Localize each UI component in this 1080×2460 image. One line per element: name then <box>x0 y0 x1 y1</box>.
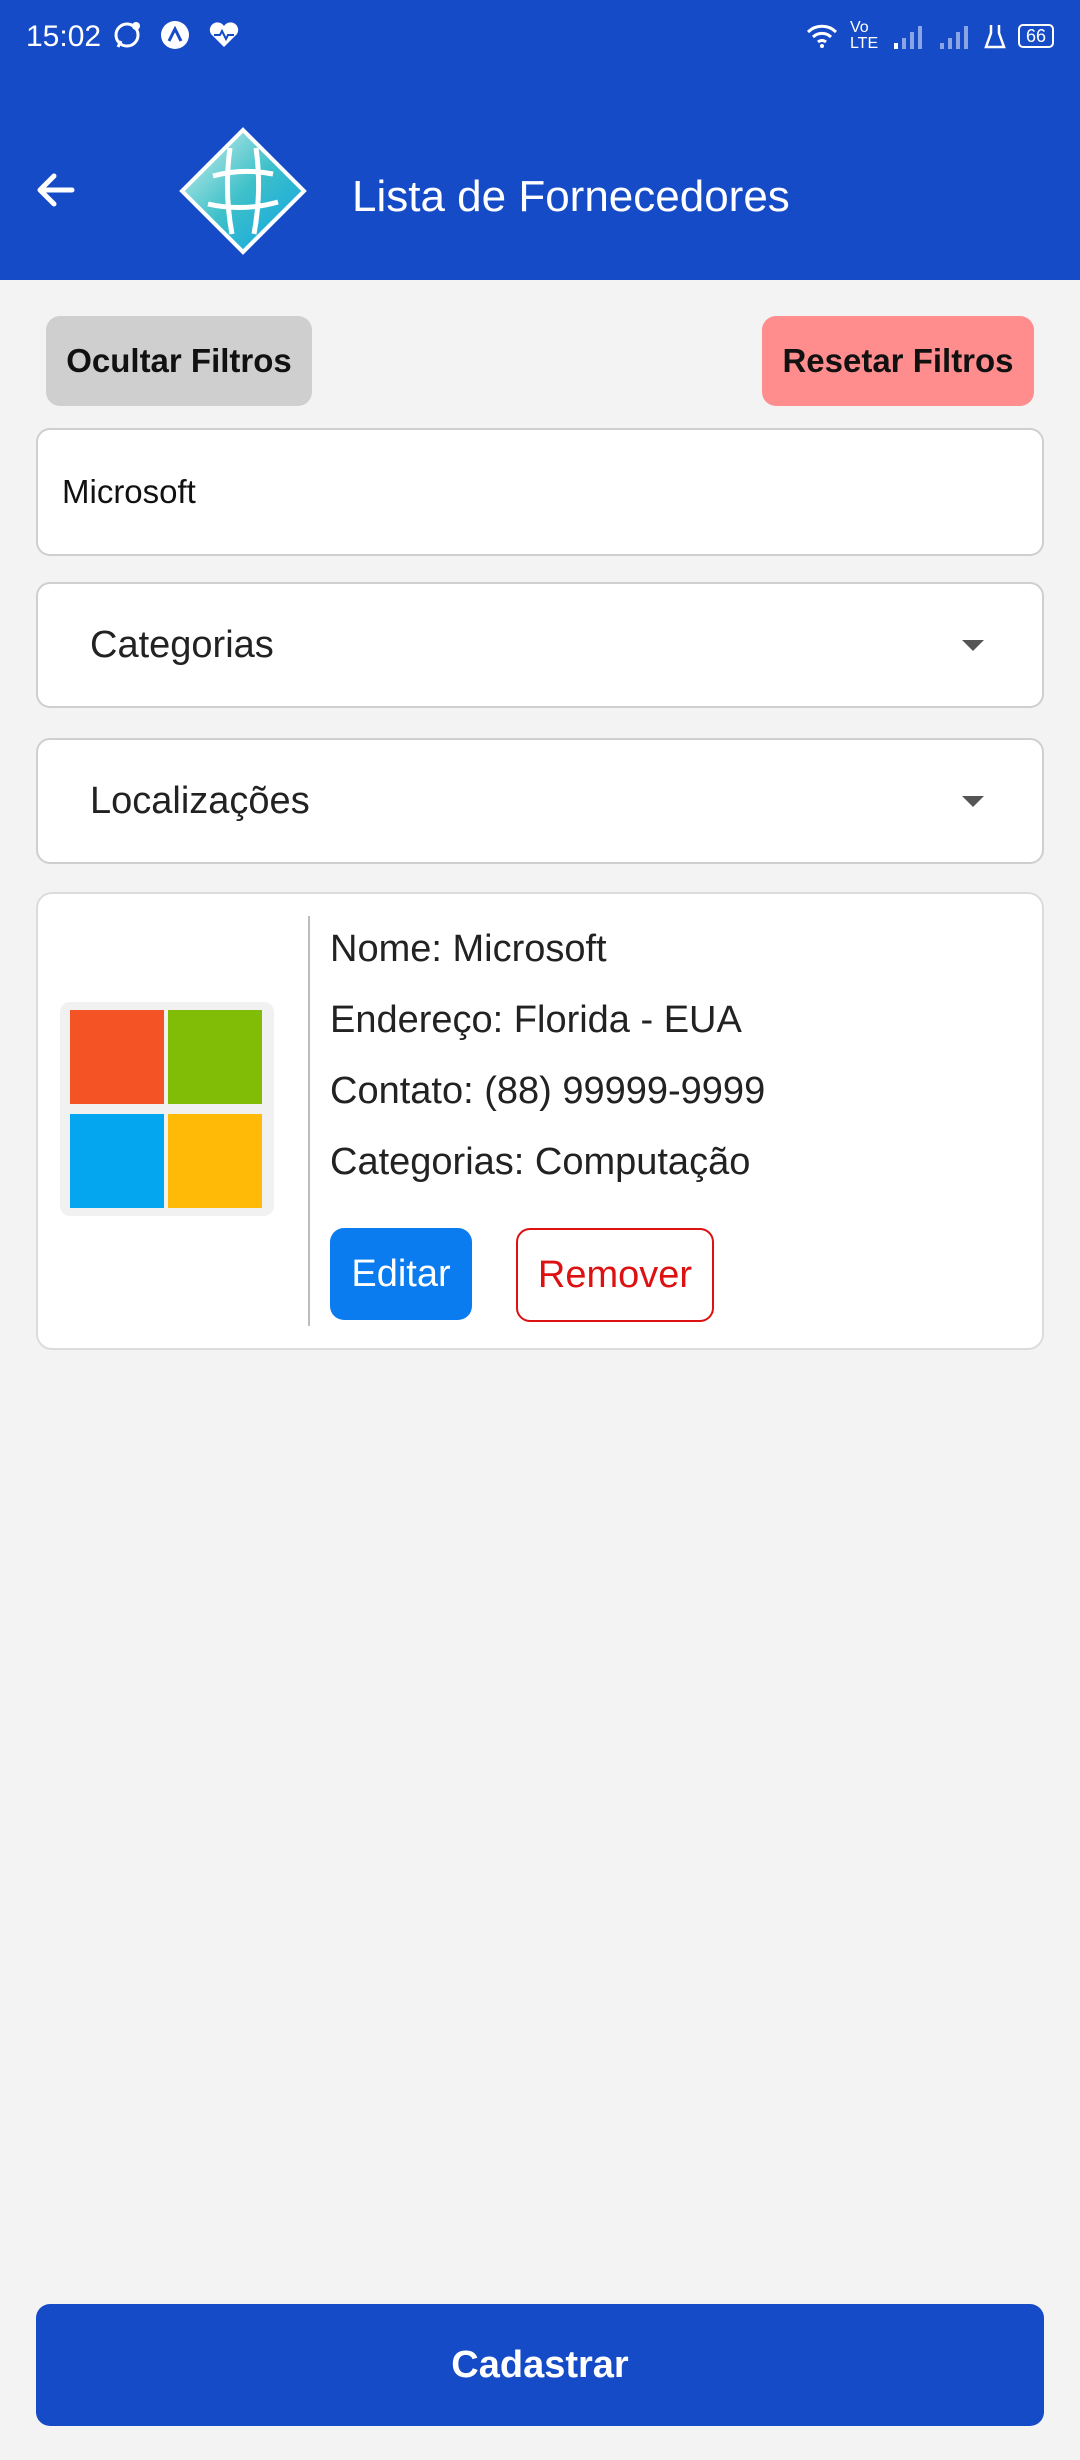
supplier-contact: Contato: (88) 99999-9999 <box>330 1070 766 1112</box>
supplier-card: Nome: Microsoft Endereço: Florida - EUA … <box>36 892 1044 1350</box>
supplier-categories: Categorias: Computação <box>330 1141 751 1183</box>
search-input[interactable] <box>36 428 1044 556</box>
register-button[interactable]: Cadastrar <box>36 2304 1044 2426</box>
remove-button[interactable]: Remover <box>516 1228 714 1322</box>
supplier-name: Nome: Microsoft <box>330 928 607 970</box>
page-title: Lista de Fornecedores <box>352 172 790 221</box>
flask-icon <box>984 25 1006 49</box>
categories-label: Categorias <box>90 624 274 666</box>
card-divider <box>308 916 310 1326</box>
locations-select[interactable]: Localizações <box>36 738 1044 864</box>
supplier-address: Endereço: Florida - EUA <box>330 999 742 1041</box>
app-icon <box>161 21 189 49</box>
app-logo <box>179 127 307 255</box>
battery-indicator: 66 <box>1017 24 1054 48</box>
status-bar: 15:02 Vo LTE 66 <box>0 0 1080 80</box>
signal-icon <box>939 26 968 49</box>
app-bar: Lista de Fornecedores <box>0 80 1080 280</box>
status-right-icons: Vo LTE 66 <box>806 20 1054 52</box>
edit-button[interactable]: Editar <box>330 1228 472 1320</box>
heart-icon <box>209 22 239 47</box>
reset-filters-button[interactable]: Resetar Filtros <box>762 316 1034 406</box>
whatsapp-icon <box>114 22 140 48</box>
signal-icon <box>893 26 922 49</box>
caret-down-icon <box>962 796 984 807</box>
wifi-icon <box>806 24 838 48</box>
status-left-icons <box>112 20 240 50</box>
status-time: 15:02 <box>26 20 102 53</box>
categories-select[interactable]: Categorias <box>36 582 1044 708</box>
microsoft-logo <box>60 1002 274 1216</box>
locations-label: Localizações <box>90 780 310 822</box>
supplier-info: Nome: Microsoft Endereço: Florida - EUA … <box>330 922 765 1206</box>
caret-down-icon <box>962 640 984 651</box>
arrow-left-icon[interactable] <box>32 165 82 215</box>
volte-indicator: Vo LTE <box>849 19 879 52</box>
hide-filters-button[interactable]: Ocultar Filtros <box>46 316 312 406</box>
